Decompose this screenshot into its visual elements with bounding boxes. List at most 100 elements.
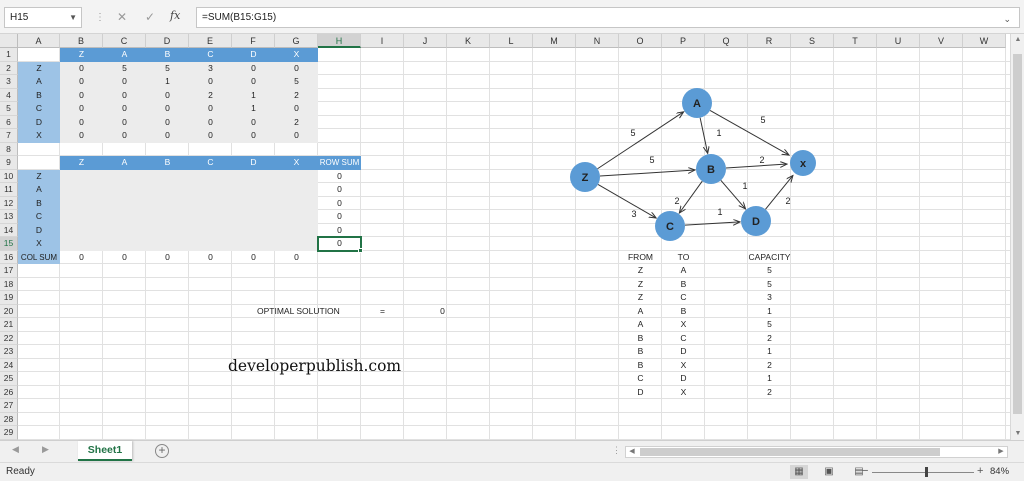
column-header-c[interactable]: C xyxy=(103,34,146,48)
row-header-12[interactable]: 12 xyxy=(0,196,18,210)
tab-sheet1[interactable]: Sheet1 xyxy=(78,441,132,461)
row-header-21[interactable]: 21 xyxy=(0,318,18,332)
expand-formula-icon[interactable]: ⌄ xyxy=(1003,10,1011,29)
capacity-value-cell[interactable]: 0 xyxy=(189,129,232,143)
capacity-value-cell[interactable]: 0 xyxy=(146,129,189,143)
row-header-28[interactable]: 28 xyxy=(0,412,18,426)
column-header-u[interactable]: U xyxy=(877,34,920,48)
row-header-24[interactable]: 24 xyxy=(0,358,18,372)
capacity-value-cell[interactable]: 0 xyxy=(60,129,103,143)
edge-table-cell[interactable]: 3 xyxy=(748,291,791,305)
capacity-value-cell[interactable]: 0 xyxy=(146,116,189,130)
capacity-row-label[interactable]: C xyxy=(18,102,60,116)
capacity-value-cell[interactable]: 0 xyxy=(60,102,103,116)
column-header-h[interactable]: H xyxy=(318,34,361,48)
zoom-slider-thumb[interactable] xyxy=(925,467,928,477)
capacity-value-cell[interactable]: 5 xyxy=(146,62,189,76)
worksheet-grid[interactable]: A B C D E F G H I J K L M N O P Q R S T U V W 1 2 3 4 5 6 7 8 9 10 11 12 13… xyxy=(0,34,1010,440)
capacity-header-cell[interactable]: D xyxy=(232,48,275,62)
capacity-header-cell[interactable]: Z xyxy=(60,48,103,62)
capacity-value-cell[interactable]: 0 xyxy=(103,89,146,103)
capacity-value-cell[interactable]: 0 xyxy=(232,62,275,76)
edge-table-cell[interactable]: 5 xyxy=(748,318,791,332)
edge-table-cell[interactable]: 1 xyxy=(748,305,791,319)
row-header-17[interactable]: 17 xyxy=(0,264,18,278)
column-header-d[interactable]: D xyxy=(146,34,189,48)
optimal-equals[interactable]: = xyxy=(361,305,404,319)
column-header-g[interactable]: G xyxy=(275,34,318,48)
row-header-2[interactable]: 2 xyxy=(0,61,18,75)
optimal-solution-label[interactable]: OPTIMAL SOLUTION xyxy=(257,305,357,319)
select-all-corner[interactable] xyxy=(0,34,18,48)
capacity-value-cell[interactable]: 2 xyxy=(189,89,232,103)
flow-row-label[interactable]: Z xyxy=(18,170,60,184)
row-header-9[interactable]: 9 xyxy=(0,156,18,170)
edge-table-cell[interactable]: B xyxy=(619,332,662,346)
edge-table-cell[interactable]: X xyxy=(662,386,705,400)
chevron-down-icon[interactable]: ▼ xyxy=(69,8,77,27)
column-header-r[interactable]: R xyxy=(748,34,791,48)
add-sheet-icon[interactable]: + xyxy=(155,444,169,458)
next-sheet-icon[interactable]: ▶ xyxy=(42,444,49,455)
capacity-value-cell[interactable]: 0 xyxy=(232,116,275,130)
scroll-left-icon[interactable]: ◀ xyxy=(626,447,638,457)
zoom-in-icon[interactable]: + xyxy=(977,465,983,477)
capacity-value-cell[interactable]: 0 xyxy=(232,129,275,143)
edge-table-cell[interactable]: C xyxy=(662,291,705,305)
flow-row-label[interactable]: A xyxy=(18,183,60,197)
capacity-value-cell[interactable]: 2 xyxy=(275,116,318,130)
edge-table-cell[interactable]: C xyxy=(619,372,662,386)
capacity-value-cell[interactable]: 0 xyxy=(189,75,232,89)
capacity-value-cell[interactable]: 5 xyxy=(275,75,318,89)
vertical-scrollbar[interactable]: ▲ ▼ xyxy=(1010,34,1024,440)
row-header-6[interactable]: 6 xyxy=(0,115,18,129)
col-sum-cell[interactable]: 0 xyxy=(60,251,103,265)
row-sum-cell[interactable]: 0 xyxy=(318,170,361,184)
row-header-13[interactable]: 13 xyxy=(0,210,18,224)
zoom-level[interactable]: 84% xyxy=(990,466,1009,477)
row-header-3[interactable]: 3 xyxy=(0,75,18,89)
column-header-o[interactable]: O xyxy=(619,34,662,48)
capacity-value-cell[interactable]: 2 xyxy=(275,89,318,103)
prev-sheet-icon[interactable]: ◀ xyxy=(12,444,19,455)
edge-table-cell[interactable]: D xyxy=(619,386,662,400)
row-header-23[interactable]: 23 xyxy=(0,345,18,359)
capacity-header-cell[interactable]: A xyxy=(103,48,146,62)
capacity-value-cell[interactable]: 1 xyxy=(232,102,275,116)
flow-row-label[interactable]: B xyxy=(18,197,60,211)
formula-input[interactable]: =SUM(B15:G15) ⌄ xyxy=(196,7,1020,28)
row-header-1[interactable]: 1 xyxy=(0,48,18,62)
row-header-14[interactable]: 14 xyxy=(0,223,18,237)
scroll-down-icon[interactable]: ▼ xyxy=(1011,428,1024,440)
edge-table-cell[interactable]: Z xyxy=(619,264,662,278)
row-header-5[interactable]: 5 xyxy=(0,102,18,116)
column-header-e[interactable]: E xyxy=(189,34,232,48)
edge-table-cell[interactable]: A xyxy=(619,305,662,319)
column-header-j[interactable]: J xyxy=(404,34,447,48)
capacity-row-label[interactable]: A xyxy=(18,75,60,89)
edge-table-cell[interactable]: 2 xyxy=(748,386,791,400)
capacity-value-cell[interactable]: 0 xyxy=(275,102,318,116)
scroll-right-icon[interactable]: ▶ xyxy=(995,447,1007,457)
row-header-8[interactable]: 8 xyxy=(0,142,18,156)
capacity-value-cell[interactable]: 0 xyxy=(275,62,318,76)
column-header-q[interactable]: Q xyxy=(705,34,748,48)
edge-table-cell[interactable]: X xyxy=(662,318,705,332)
edge-table-cell[interactable]: B xyxy=(662,278,705,292)
flow-header-cell[interactable]: D xyxy=(232,156,275,170)
edge-table-cell[interactable]: 1 xyxy=(748,345,791,359)
insert-function-button[interactable]: fx xyxy=(170,9,180,22)
flow-row-label[interactable]: C xyxy=(18,210,60,224)
col-sum-cell[interactable]: 0 xyxy=(189,251,232,265)
row-header-18[interactable]: 18 xyxy=(0,277,18,291)
edge-table-cell[interactable]: B xyxy=(662,305,705,319)
edge-table-header[interactable]: CAPACITY xyxy=(748,251,791,265)
row-header-4[interactable]: 4 xyxy=(0,88,18,102)
column-header-s[interactable]: S xyxy=(791,34,834,48)
capacity-value-cell[interactable]: 0 xyxy=(146,102,189,116)
flow-row-label[interactable]: X xyxy=(18,237,60,251)
flow-header-cell[interactable]: B xyxy=(146,156,189,170)
active-cell-h15[interactable] xyxy=(317,236,362,252)
column-header-p[interactable]: P xyxy=(662,34,705,48)
page-layout-icon[interactable]: ▣ xyxy=(820,465,838,479)
